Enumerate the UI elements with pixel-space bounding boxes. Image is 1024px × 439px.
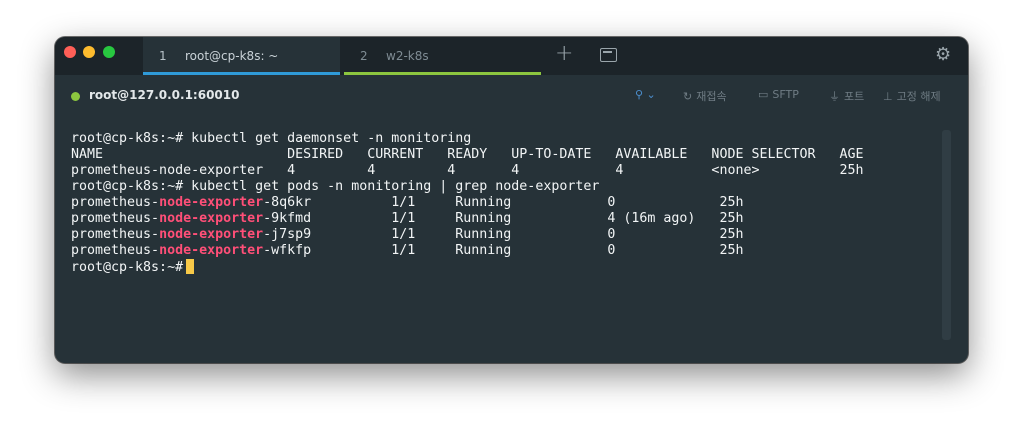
- tab-title: root@cp-k8s: ~: [185, 49, 279, 63]
- connection-status-dot: [71, 92, 80, 101]
- plus-icon[interactable]: +: [555, 43, 573, 65]
- terminal-line: root@cp-k8s:~# kubectl get daemonset -n …: [71, 131, 941, 147]
- command: kubectl get daemonset -n monitoring: [183, 131, 472, 146]
- reconnect-button[interactable]: ↻ 재접속: [683, 88, 727, 104]
- unpin-button[interactable]: ⊥ 고정 해제: [883, 88, 941, 104]
- pin-icon: ⊥: [883, 90, 893, 103]
- port-label: 포트: [844, 90, 865, 103]
- pod-row: prometheus-node-exporter-wfkfp 1/1 Runni…: [71, 243, 941, 259]
- prompt: root@cp-k8s:~#: [71, 260, 184, 275]
- window-icon[interactable]: [600, 48, 617, 62]
- grep-match: node-exporter: [159, 243, 264, 258]
- terminal-window: 1 root@cp-k8s: ~ 2 w2-k8s + ⚙ root@127.0…: [55, 37, 968, 363]
- reconnect-label: 재접속: [696, 90, 727, 103]
- sftp-button[interactable]: ▭ SFTP: [758, 88, 799, 101]
- pod-row-rest: -8q6kr 1/1 Running 0 25h: [263, 195, 744, 210]
- refresh-icon: ↻: [683, 90, 693, 103]
- terminal-line: root@cp-k8s:~#: [71, 259, 941, 275]
- terminal-output[interactable]: root@cp-k8s:~# kubectl get daemonset -n …: [71, 131, 941, 341]
- unpin-label: 고정 해제: [896, 90, 941, 103]
- pod-row: prometheus-node-exporter-9kfmd 1/1 Runni…: [71, 211, 941, 227]
- tab-1[interactable]: 1 root@cp-k8s: ~: [143, 37, 340, 75]
- command: kubectl get pods -n monitoring | grep no…: [183, 179, 600, 194]
- close-window-button[interactable]: [64, 46, 76, 58]
- maximize-window-button[interactable]: [103, 46, 115, 58]
- prompt: root@cp-k8s:~#: [71, 179, 184, 194]
- pod-row-rest: -wfkfp 1/1 Running 0 25h: [263, 243, 744, 258]
- pod-name-prefix: prometheus-: [71, 243, 160, 258]
- scrollbar[interactable]: [942, 130, 951, 340]
- minimize-window-button[interactable]: [83, 46, 95, 58]
- pod-row-rest: -9kfmd 1/1 Running 4 (16m ago) 25h: [263, 211, 744, 226]
- grep-match: node-exporter: [159, 211, 264, 226]
- pod-name-prefix: prometheus-: [71, 211, 160, 226]
- session-host: root@127.0.0.1:60010: [89, 88, 240, 102]
- lightbulb-icon[interactable]: ⚲ ⌄: [635, 88, 656, 101]
- tab-2[interactable]: 2 w2-k8s: [344, 37, 541, 75]
- pod-name-prefix: prometheus-: [71, 195, 160, 210]
- prompt: root@cp-k8s:~#: [71, 131, 184, 146]
- pod-row: prometheus-node-exporter-j7sp9 1/1 Runni…: [71, 227, 941, 243]
- gear-icon[interactable]: ⚙: [935, 46, 951, 64]
- terminal-line: root@cp-k8s:~# kubectl get pods -n monit…: [71, 179, 941, 195]
- pod-row-rest: -j7sp9 1/1 Running 0 25h: [263, 227, 744, 242]
- pod-name-prefix: prometheus-: [71, 227, 160, 242]
- port-button[interactable]: ⏚ 포트: [829, 88, 864, 104]
- folder-icon: ▭: [758, 88, 769, 101]
- plug-icon: ⏚: [829, 90, 840, 103]
- sftp-label: SFTP: [772, 88, 799, 101]
- tab-number: 1: [159, 49, 167, 63]
- title-bar: 1 root@cp-k8s: ~ 2 w2-k8s + ⚙: [55, 37, 968, 75]
- grep-match: node-exporter: [159, 227, 264, 242]
- table-header: NAME DESIRED CURRENT READY UP-TO-DATE AV…: [71, 147, 864, 162]
- grep-match: node-exporter: [159, 195, 264, 210]
- pod-row: prometheus-node-exporter-8q6kr 1/1 Runni…: [71, 195, 941, 211]
- table-row: prometheus-node-exporter 4 4 4 4 4 <none…: [71, 163, 864, 178]
- tab-number: 2: [360, 49, 368, 63]
- tab-title: w2-k8s: [386, 49, 429, 63]
- text-cursor: [186, 259, 195, 274]
